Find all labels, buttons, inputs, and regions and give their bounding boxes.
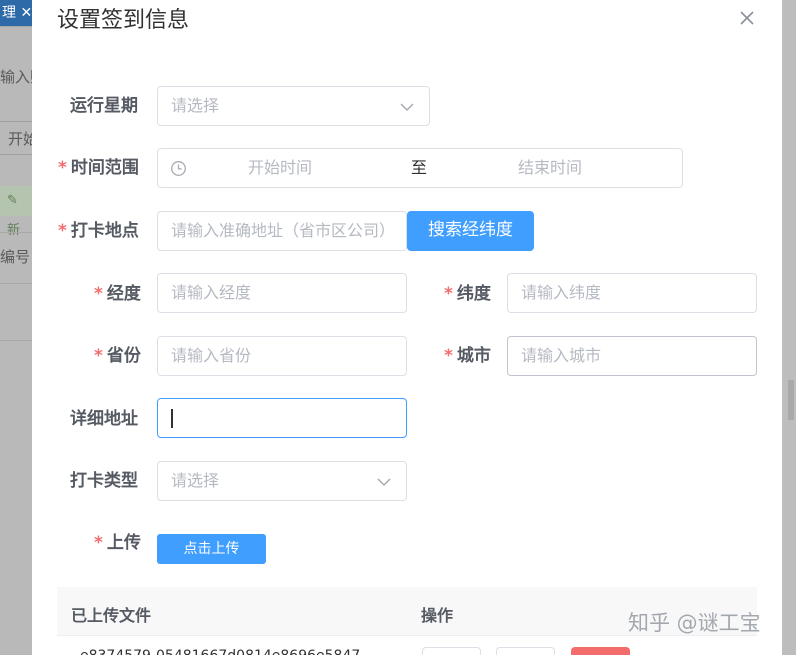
background-divider (0, 26, 34, 27)
uploaded-file-name: e8374579-05481667d0814e8696e5847 (80, 648, 360, 655)
required-mark: * (58, 158, 67, 178)
longitude-input[interactable]: 请输入经度 (157, 273, 407, 313)
background-divider (0, 283, 34, 284)
province-input[interactable]: 请输入省份 (157, 336, 407, 376)
required-mark: * (444, 284, 453, 304)
city-input[interactable]: 请输入城市 (507, 336, 757, 376)
upload-button[interactable]: 点击上传 (157, 534, 266, 564)
detail-address-input[interactable] (157, 398, 407, 438)
range-separator: 至 (411, 158, 428, 177)
checkin-location-label: * 打卡地点 (58, 221, 139, 241)
checkin-settings-dialog: 设置签到信息 运行星期 请选择 * 时间范围 开始时间 至 结束时间 * 打卡地点 … (32, 0, 782, 655)
background-divider (0, 232, 34, 233)
checkin-location-input[interactable]: 请输入准确地址（省市区公司） (157, 211, 407, 251)
row-action-button[interactable] (496, 647, 555, 655)
row-delete-button[interactable] (571, 647, 630, 655)
longitude-placeholder: 请输入经度 (171, 283, 252, 302)
province-placeholder: 请输入省份 (171, 346, 252, 365)
row-action-button[interactable] (422, 647, 481, 655)
time-range-picker[interactable]: 开始时间 至 结束时间 (157, 148, 683, 188)
background-tab[interactable]: 理 ✕ (0, 0, 34, 26)
background-divider (0, 340, 34, 341)
longitude-label: * 经度 (94, 284, 141, 304)
required-mark: * (94, 284, 103, 304)
checkin-type-label: 打卡类型 (70, 471, 138, 491)
upload-label: * 上传 (94, 533, 141, 553)
required-mark: * (94, 346, 103, 366)
run-week-label: 运行星期 (70, 96, 138, 116)
time-range-label: * 时间范围 (58, 158, 139, 178)
required-mark: * (444, 346, 453, 366)
watermark: 知乎 @谜工宝 (628, 611, 761, 635)
latitude-placeholder: 请输入纬度 (521, 283, 602, 302)
start-time-input[interactable]: 开始时间 (248, 149, 312, 187)
background-scrollbar[interactable] (788, 380, 794, 420)
run-week-select[interactable]: 请选择 (157, 86, 430, 126)
background-add-button[interactable]: ✎ 新 (0, 186, 34, 238)
checkin-type-placeholder: 请选择 (171, 471, 220, 490)
run-week-placeholder: 请选择 (171, 96, 220, 115)
column-header-actions: 操作 (421, 606, 454, 625)
dialog-title: 设置签到信息 (57, 8, 190, 33)
city-label: * 城市 (444, 346, 491, 366)
background-scroll-area (782, 0, 796, 655)
close-icon[interactable] (737, 8, 757, 28)
clock-icon (171, 161, 186, 176)
text-cursor (171, 409, 173, 428)
checkin-location-placeholder: 请输入准确地址（省市区公司） (171, 221, 396, 240)
chevron-down-icon (377, 478, 391, 487)
detail-address-label: 详细地址 (70, 409, 138, 429)
latitude-label: * 纬度 (444, 284, 491, 304)
province-label: * 省份 (94, 346, 141, 366)
end-time-input[interactable]: 结束时间 (518, 149, 582, 187)
city-placeholder: 请输入城市 (521, 346, 602, 365)
chevron-down-icon (400, 103, 414, 112)
background-text-fragment: 输入账 (0, 68, 34, 86)
latitude-input[interactable]: 请输入纬度 (507, 273, 757, 313)
required-mark: * (94, 533, 103, 553)
background-text-fragment: 编号 (0, 248, 31, 266)
search-coordinates-button[interactable]: 搜索经纬度 (407, 211, 534, 251)
column-header-uploaded-file: 已上传文件 (71, 606, 152, 625)
required-mark: * (58, 221, 67, 241)
checkin-type-select[interactable]: 请选择 (157, 461, 407, 501)
